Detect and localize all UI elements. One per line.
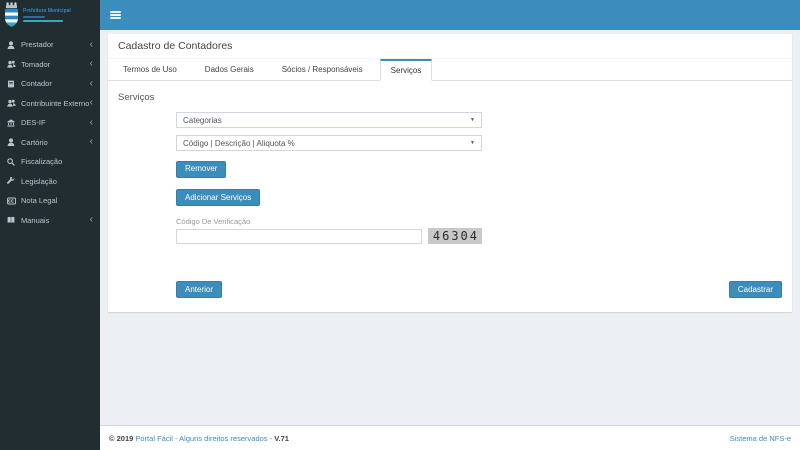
sidebar-item-label: Cartório bbox=[21, 138, 48, 147]
tab-bar: Termos de Uso Dados Gerais Sócios / Resp… bbox=[108, 59, 792, 81]
sidebar-item-fiscalizacao[interactable]: Fiscalização bbox=[0, 152, 100, 172]
user-icon bbox=[7, 138, 18, 146]
version-text: V.71 bbox=[274, 434, 289, 443]
chevron-down-icon: ▼ bbox=[470, 117, 475, 123]
previous-button[interactable]: Anterior bbox=[176, 281, 222, 298]
sidebar-item-tomador[interactable]: Tomador ‹ bbox=[0, 55, 100, 75]
sidebar-item-contador[interactable]: Contador ‹ bbox=[0, 74, 100, 94]
logo-text: Prefeitura Municipal bbox=[23, 8, 71, 22]
sidebar-item-label: DES-IF bbox=[21, 118, 46, 127]
sidebar-item-nota-legal[interactable]: Nota Legal bbox=[0, 191, 100, 211]
users-icon bbox=[7, 99, 18, 107]
copyright-text: © 2019 bbox=[109, 434, 133, 443]
tab-content: Serviços Categorias ▼ Código | Descrição… bbox=[108, 81, 792, 312]
sidebar-item-label: Tomador bbox=[21, 60, 50, 69]
submit-button[interactable]: Cadastrar bbox=[729, 281, 782, 298]
tab-servicos[interactable]: Serviços bbox=[380, 59, 433, 81]
sidebar-item-cartorio[interactable]: Cartório ‹ bbox=[0, 133, 100, 153]
remove-button[interactable]: Remover bbox=[176, 161, 226, 178]
sidebar-menu: Prestador ‹ Tomador ‹ Contador ‹ bbox=[0, 30, 100, 230]
hamburger-icon[interactable] bbox=[110, 10, 121, 20]
footer-left: © 2019 Portal Fácil - Alguns direitos re… bbox=[109, 434, 289, 443]
chevron-left-icon: ‹ bbox=[90, 138, 93, 146]
services-select[interactable]: Código | Descrição | Aliquota % ▼ bbox=[176, 135, 482, 151]
users-icon bbox=[7, 60, 18, 68]
sidebar-item-label: Contribuinte Externo bbox=[21, 99, 89, 108]
ledger-icon bbox=[7, 80, 18, 88]
content-area: Cadastro de Contadores Termos de Uso Dad… bbox=[100, 30, 800, 425]
wrench-icon bbox=[7, 177, 18, 185]
page-footer: © 2019 Portal Fácil - Alguns direitos re… bbox=[100, 425, 800, 450]
services-select-value: Código | Descrição | Aliquota % bbox=[183, 139, 295, 148]
chevron-left-icon: ‹ bbox=[90, 60, 93, 68]
sidebar-item-label: Legislação bbox=[21, 177, 57, 186]
chevron-left-icon: ‹ bbox=[90, 80, 93, 88]
logo-subtitle-bar bbox=[23, 16, 45, 18]
sidebar-item-manuais[interactable]: Manuais ‹ bbox=[0, 211, 100, 231]
chevron-left-icon: ‹ bbox=[90, 99, 93, 107]
verification-code-input[interactable] bbox=[176, 229, 422, 244]
tab-socios-responsaveis[interactable]: Sócios / Responsáveis bbox=[271, 59, 374, 81]
categories-select-value: Categorias bbox=[183, 116, 222, 125]
chevron-left-icon: ‹ bbox=[90, 119, 93, 127]
services-form: Categorias ▼ Código | Descrição | Aliquo… bbox=[176, 112, 482, 244]
sidebar-item-legislacao[interactable]: Legislação bbox=[0, 172, 100, 192]
sidebar-item-label: Fiscalização bbox=[21, 157, 62, 166]
chevron-left-icon: ‹ bbox=[90, 216, 93, 224]
verification-row: 46304 bbox=[176, 228, 482, 244]
sidebar-item-contribuinte-externo[interactable]: Contribuinte Externo ‹ bbox=[0, 94, 100, 114]
sidebar-item-label: Contador bbox=[21, 79, 52, 88]
user-icon bbox=[7, 41, 18, 49]
sidebar-item-des-if[interactable]: DES-IF ‹ bbox=[0, 113, 100, 133]
topbar bbox=[100, 0, 800, 30]
city-crest-icon bbox=[3, 2, 20, 28]
municipality-logo[interactable]: Prefeitura Municipal bbox=[0, 0, 100, 30]
sidebar-item-prestador[interactable]: Prestador ‹ bbox=[0, 35, 100, 55]
section-title: Serviços bbox=[118, 92, 782, 103]
verification-code-label: Código De Verificação bbox=[176, 217, 482, 226]
sidebar: Prefeitura Municipal Prestador ‹ Tomador… bbox=[0, 0, 100, 450]
categories-select[interactable]: Categorias ▼ bbox=[176, 112, 482, 128]
sidebar-item-label: Nota Legal bbox=[21, 196, 57, 205]
form-actions: Anterior Cadastrar bbox=[176, 281, 782, 298]
cadastro-contadores-panel: Cadastro de Contadores Termos de Uso Dad… bbox=[108, 34, 792, 312]
cc-icon bbox=[7, 197, 18, 205]
panel-title: Cadastro de Contadores bbox=[108, 34, 792, 59]
bank-icon bbox=[7, 119, 18, 127]
portal-facil-link[interactable]: Portal Fácil - Alguns direitos reservado… bbox=[135, 434, 272, 443]
chevron-down-icon: ▼ bbox=[470, 140, 475, 146]
chevron-left-icon: ‹ bbox=[90, 41, 93, 49]
logo-tagline-bar bbox=[23, 20, 63, 22]
search-icon bbox=[7, 158, 18, 166]
tab-termos-de-uso[interactable]: Termos de Uso bbox=[112, 59, 188, 81]
book-icon bbox=[7, 216, 18, 224]
captcha-image: 46304 bbox=[428, 228, 482, 244]
logo-title: Prefeitura Municipal bbox=[23, 8, 71, 14]
sistema-nfse-link[interactable]: Sistema de NFS-e bbox=[730, 434, 791, 443]
sidebar-item-label: Manuais bbox=[21, 216, 49, 225]
add-services-button[interactable]: Adicionar Serviços bbox=[176, 189, 260, 206]
app-window: Prefeitura Municipal Prestador ‹ Tomador… bbox=[0, 0, 800, 450]
tab-dados-gerais[interactable]: Dados Gerais bbox=[194, 59, 265, 81]
main-column: Cadastro de Contadores Termos de Uso Dad… bbox=[100, 0, 800, 450]
sidebar-item-label: Prestador bbox=[21, 40, 54, 49]
